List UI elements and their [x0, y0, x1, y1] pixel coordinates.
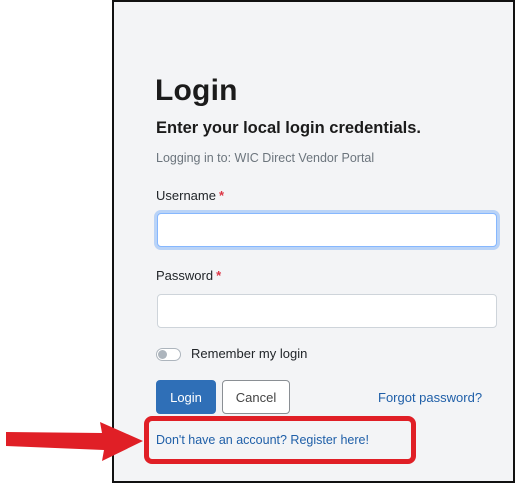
- login-button[interactable]: Login: [156, 380, 216, 414]
- username-input[interactable]: [157, 213, 497, 247]
- remember-toggle[interactable]: [156, 348, 181, 361]
- password-label: Password *: [156, 268, 221, 283]
- red-arrow-icon: [6, 422, 143, 461]
- forgot-password-link[interactable]: Forgot password?: [378, 390, 482, 405]
- remember-label: Remember my login: [191, 346, 308, 361]
- register-link[interactable]: Don't have an account? Register here!: [156, 433, 369, 447]
- cancel-button[interactable]: Cancel: [222, 380, 290, 414]
- password-label-text: Password: [156, 268, 214, 283]
- username-label: Username *: [156, 188, 224, 203]
- portal-info-text: Logging in to: WIC Direct Vendor Portal: [156, 151, 375, 165]
- password-input[interactable]: [157, 294, 497, 328]
- toggle-knob: [158, 350, 167, 359]
- required-marker: *: [216, 268, 222, 283]
- page-subtitle: Enter your local login credentials.: [156, 119, 421, 137]
- username-label-text: Username: [156, 188, 216, 203]
- required-marker: *: [218, 188, 225, 203]
- page-title: Login: [155, 74, 238, 107]
